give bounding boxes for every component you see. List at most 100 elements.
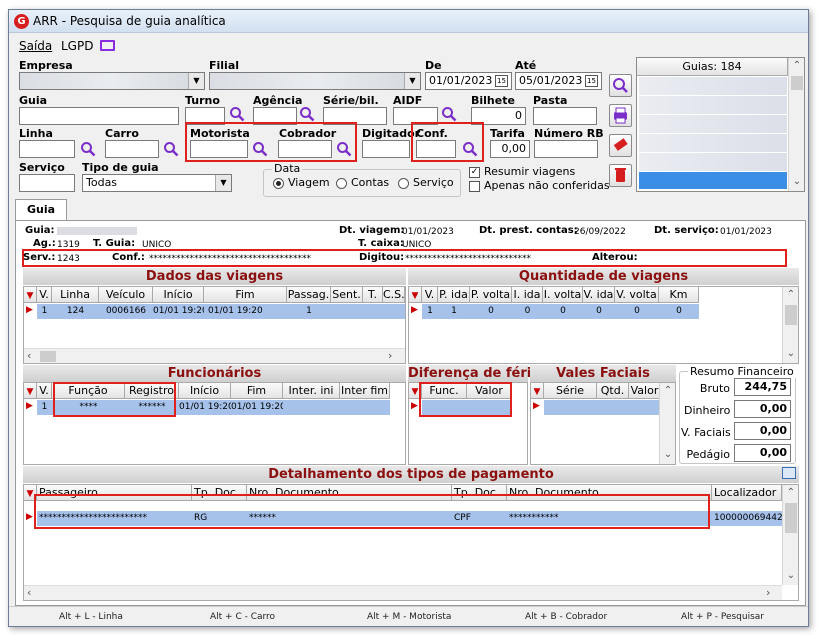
search-icon[interactable]: [80, 141, 96, 157]
tarifa-input[interactable]: 0,00: [490, 140, 530, 158]
detalhamento-grid[interactable]: ▼ Passageiro Tp. Doc... Nro. Documento T…: [23, 484, 799, 601]
dados-hscrollbar[interactable]: ‹ ›: [24, 348, 405, 363]
menu-saida[interactable]: Saída: [19, 39, 52, 53]
scroll-down-icon[interactable]: ⌄: [783, 568, 799, 584]
det-hscrollbar[interactable]: ‹ ›: [24, 585, 782, 600]
chevron-down-icon[interactable]: ▼: [188, 73, 204, 89]
pasta-input[interactable]: [533, 107, 597, 125]
dados-viagens-grid[interactable]: ▼ V. Linha Veículo Início Fim Passag. Se…: [23, 286, 406, 364]
det-col-header: Localizador: [712, 485, 782, 501]
digitador-input[interactable]: [362, 140, 410, 158]
search-icon[interactable]: [229, 106, 245, 122]
export-icon[interactable]: [782, 467, 796, 479]
search-icon[interactable]: [441, 106, 457, 122]
scroll-up-icon[interactable]: ⌃: [783, 287, 799, 303]
guias-list-item[interactable]: [639, 134, 787, 152]
scroll-up-icon[interactable]: ⌃: [789, 58, 805, 74]
info-guia-label: Guia:: [25, 225, 55, 236]
quantidade-viagens-title: Quantidade de viagens: [408, 268, 799, 285]
chevron-down-icon[interactable]: ▼: [215, 175, 231, 191]
det-vscrollbar[interactable]: ⌃ ⌄: [782, 485, 798, 585]
search-icon[interactable]: [336, 141, 352, 157]
vales-faciais-grid[interactable]: ▼ Série Qtd. Valor ▶ ⌃ ⌄: [530, 382, 676, 465]
menu-lgpd[interactable]: LGPD: [61, 39, 93, 53]
guias-list-item[interactable]: [639, 77, 787, 95]
row-pointer-icon: ▶: [26, 401, 33, 411]
motorista-input[interactable]: [190, 140, 248, 158]
carro-label: Carro: [105, 127, 139, 140]
qtd-col-header: V.: [422, 287, 438, 303]
linha-input[interactable]: [19, 140, 75, 158]
monitor-icon[interactable]: [100, 40, 115, 51]
tipo-guia-label: Tipo de guia: [82, 161, 159, 174]
table-cell: 0: [596, 306, 602, 316]
search-icon[interactable]: [299, 106, 315, 122]
linha-label: Linha: [19, 127, 53, 140]
guias-list-item[interactable]: [639, 115, 787, 133]
scroll-up-icon[interactable]: ⌃: [660, 383, 676, 399]
grid-selector-header: ▼: [24, 287, 37, 303]
scroll-left-icon[interactable]: ‹: [27, 349, 31, 362]
scroll-thumb[interactable]: [791, 76, 803, 90]
table-row[interactable]: 1 1 0 0 0 0 0 0: [422, 304, 699, 319]
scroll-right-icon[interactable]: ›: [766, 586, 770, 599]
funcionarios-grid[interactable]: ▼ V. Função Registro Início Fim Inter. i…: [23, 382, 406, 465]
info-digitou-label: Digitou:: [359, 252, 405, 263]
calendar-icon[interactable]: 15: [585, 75, 598, 87]
empresa-label: Empresa: [19, 59, 73, 72]
quantidade-viagens-grid[interactable]: ▼ V. P. ida P. volta I. ida I. volta V. …: [408, 286, 799, 364]
table-row[interactable]: 1 124 0006166 01/01 19:20 01/01 19:20 1: [37, 304, 405, 319]
guias-list-item-selected[interactable]: [639, 172, 787, 189]
scroll-thumb[interactable]: [785, 305, 797, 325]
empresa-select[interactable]: [19, 72, 205, 90]
scroll-thumb[interactable]: [785, 503, 797, 533]
guia-input[interactable]: [19, 107, 179, 125]
data-group-label: Data: [272, 162, 303, 175]
info-dt-prest-value: 26/09/2022: [574, 227, 626, 237]
scroll-down-icon[interactable]: ⌄: [660, 447, 676, 463]
conf-input[interactable]: [416, 140, 456, 158]
info-tcaixa-label: T. caixa:: [358, 238, 404, 249]
print-button[interactable]: [609, 104, 632, 127]
scroll-thumb[interactable]: [40, 351, 56, 362]
cobrador-input[interactable]: [278, 140, 332, 158]
tipo-guia-select[interactable]: Todas: [82, 174, 232, 192]
numero-rb-input[interactable]: [534, 140, 598, 158]
scroll-right-icon[interactable]: ›: [388, 349, 392, 362]
search-icon[interactable]: [252, 141, 268, 157]
dados-col-header: Fim: [204, 287, 287, 303]
filial-select[interactable]: [209, 72, 421, 90]
carro-input[interactable]: [105, 140, 159, 158]
info-dt-viagem-value: 01/01/2023: [402, 227, 454, 237]
servico-input[interactable]: [19, 174, 75, 192]
guia-label: Guia: [19, 94, 48, 107]
chevron-down-icon[interactable]: ▼: [404, 73, 420, 89]
scroll-up-icon[interactable]: ⌃: [783, 485, 799, 501]
radio-contas[interactable]: [336, 178, 347, 189]
search-icon[interactable]: [462, 141, 478, 157]
vales-vscrollbar[interactable]: ⌃ ⌄: [659, 383, 675, 464]
guias-scrollbar[interactable]: ⌃ ⌄: [788, 58, 804, 191]
calendar-icon[interactable]: 15: [495, 75, 508, 87]
scroll-left-icon[interactable]: ‹: [27, 586, 31, 599]
qtd-vscrollbar[interactable]: ⌃ ⌄: [782, 287, 798, 363]
scroll-down-icon[interactable]: ⌄: [783, 346, 799, 362]
search-button[interactable]: [609, 74, 632, 97]
delete-button[interactable]: [609, 164, 632, 187]
diferenca-feria-grid[interactable]: ▼ Func. Valor ▶: [408, 382, 528, 465]
search-icon[interactable]: [163, 141, 179, 157]
tab-guia[interactable]: Guia: [15, 199, 67, 221]
table-row[interactable]: [544, 400, 661, 415]
resumir-viagens-checkbox[interactable]: ✓: [469, 167, 480, 178]
turno-label: Turno: [185, 94, 220, 107]
apenas-nao-conferidas-checkbox[interactable]: [469, 181, 480, 192]
guias-list-item[interactable]: [639, 96, 787, 114]
clear-button[interactable]: [609, 134, 632, 157]
scroll-down-icon[interactable]: ⌄: [789, 174, 805, 190]
guias-list-item[interactable]: [639, 153, 787, 171]
guias-list[interactable]: Guias: 184 ⌃ ⌄: [636, 57, 805, 192]
dinheiro-label: Dinheiro: [684, 404, 731, 417]
radio-servico[interactable]: [398, 178, 409, 189]
radio-contas-label: Contas: [351, 176, 390, 189]
radio-viagem[interactable]: [273, 178, 284, 189]
